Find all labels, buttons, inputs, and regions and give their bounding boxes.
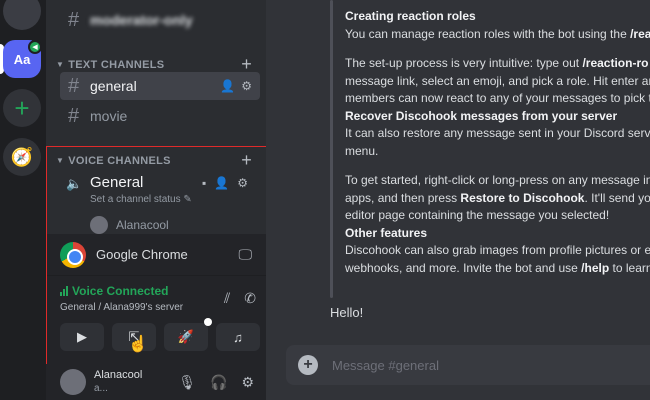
embed-line: editor page containing the message you s… bbox=[345, 208, 610, 222]
voice-channels-category[interactable]: ▼ VOICE CHANNELS + bbox=[56, 150, 252, 171]
embed-bar bbox=[330, 0, 333, 298]
avatar bbox=[90, 216, 108, 234]
message-text: Hello! bbox=[330, 305, 364, 320]
hand-cursor-icon: ☝ bbox=[128, 336, 148, 353]
soundboard-button[interactable]: ♫ bbox=[216, 323, 260, 351]
gear-icon[interactable]: ⚙ bbox=[237, 176, 248, 190]
voice-panel: Google Chrome 🖵 Voice Connected General … bbox=[46, 234, 266, 364]
channel-status[interactable]: Set a channel status ✎ bbox=[90, 194, 192, 205]
server-rail: Aa ◀ + 🧭 bbox=[0, 0, 46, 400]
channel-name: movie bbox=[90, 108, 128, 124]
add-server-button[interactable]: + bbox=[3, 89, 41, 127]
hash-icon: # bbox=[68, 104, 80, 127]
camera-button[interactable]: ▶ bbox=[60, 323, 104, 351]
embed-heading: Other features bbox=[345, 225, 428, 240]
category-label: TEXT CHANNELS bbox=[68, 58, 165, 71]
voice-connected-status[interactable]: Voice Connected bbox=[60, 284, 168, 298]
message-input[interactable] bbox=[332, 357, 612, 373]
invite-icon[interactable]: 👤 bbox=[220, 79, 235, 93]
embed-line: You can manage reaction roles with the b… bbox=[345, 26, 650, 41]
chat-icon[interactable]: ▪ bbox=[202, 176, 206, 190]
voice-channel-name: General bbox=[90, 174, 144, 191]
channel-moderator-only[interactable]: # moderator-only bbox=[60, 6, 260, 34]
microphone-icon[interactable]: 🎙 bbox=[178, 374, 196, 391]
embed-heading: Recover Discohook messages from your ser… bbox=[345, 108, 618, 123]
speaker-icon: 🔈 bbox=[66, 176, 83, 191]
chevron-down-icon: ▼ bbox=[56, 156, 65, 165]
server-icon-top[interactable] bbox=[3, 0, 41, 30]
embed-line: The set-up process is very intuitive: ty… bbox=[345, 56, 649, 70]
gear-icon[interactable]: ⚙ bbox=[241, 374, 254, 391]
gear-icon[interactable]: ⚙ bbox=[241, 79, 252, 93]
embed-line: apps, and then press Restore to Discohoo… bbox=[345, 190, 650, 205]
attach-button[interactable]: + bbox=[298, 355, 318, 375]
screen-share-icon[interactable]: 🖵 bbox=[239, 246, 253, 263]
member-name: Alanacool bbox=[116, 218, 169, 232]
channel-movie[interactable]: # movie bbox=[60, 102, 260, 130]
hash-icon: # bbox=[68, 8, 80, 31]
user-name: Alanacool bbox=[94, 369, 143, 382]
explore-servers-icon[interactable]: 🧭 bbox=[3, 138, 41, 176]
embed-line: To get started, right-click or long-pres… bbox=[345, 173, 650, 187]
disconnect-icon[interactable]: ✆ bbox=[244, 290, 256, 307]
hash-icon: # bbox=[68, 74, 80, 97]
channel-name: general bbox=[90, 78, 137, 94]
embed-line: menu. bbox=[345, 143, 379, 158]
message-composer: + bbox=[286, 345, 650, 385]
user-status: a... bbox=[94, 382, 108, 394]
channel-general[interactable]: # general 👤 ⚙ bbox=[60, 72, 260, 100]
chevron-down-icon: ▼ bbox=[56, 60, 65, 69]
voice-location: General / Alana999's server bbox=[60, 302, 184, 313]
headphones-icon[interactable]: 🎧 bbox=[210, 374, 227, 391]
embed-heading: Creating reaction roles bbox=[345, 9, 476, 23]
embed-line: webhooks, and more. Invite the bot and u… bbox=[345, 260, 650, 275]
voice-member[interactable]: Alanacool bbox=[90, 215, 169, 235]
embed-line: members can now react to any of your mes… bbox=[345, 91, 650, 105]
chrome-logo-icon bbox=[60, 241, 86, 268]
user-panel: Alanacool a... 🎙 🎧 ⚙ bbox=[46, 364, 266, 400]
speaker-badge-icon: ◀ bbox=[28, 40, 42, 54]
embed-line: Discohook can also grab images from prof… bbox=[345, 243, 650, 257]
stream-app-name: Google Chrome bbox=[96, 247, 188, 262]
signal-bars-icon bbox=[60, 286, 68, 296]
add-channel-icon[interactable]: + bbox=[241, 150, 252, 171]
chat-area: Creating reaction roles You can manage re… bbox=[266, 0, 650, 400]
invite-icon[interactable]: 👤 bbox=[214, 176, 229, 190]
channel-name: moderator-only bbox=[90, 12, 193, 28]
embed-line: It can also restore any message sent in … bbox=[345, 126, 650, 140]
stream-source-row[interactable]: Google Chrome 🖵 bbox=[46, 234, 266, 276]
avatar[interactable] bbox=[60, 369, 86, 395]
activity-button[interactable]: 🚀 bbox=[164, 318, 212, 351]
embed-line: message link, select an emoji, and pick … bbox=[345, 73, 650, 88]
voice-channel-general[interactable]: 🔈 General Set a channel status ✎ ▪ 👤 ⚙ bbox=[60, 170, 260, 210]
noise-suppression-icon[interactable]: ⫽ bbox=[224, 290, 230, 307]
notification-dot bbox=[204, 318, 212, 326]
category-label: VOICE CHANNELS bbox=[68, 154, 171, 167]
